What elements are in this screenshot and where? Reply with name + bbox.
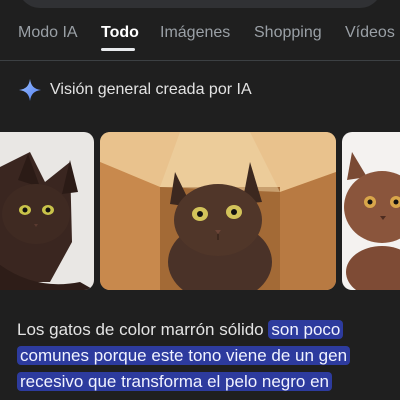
search-bar[interactable] (18, 0, 382, 8)
answer-plain-text: Los gatos de color marrón sólido (17, 320, 264, 339)
tab-todo[interactable]: Todo (101, 24, 139, 42)
tab-imagenes[interactable]: Imágenes (160, 24, 230, 42)
brown-cat-in-box-image[interactable] (100, 132, 336, 290)
ai-overview-title: Visión general creada por IA (50, 81, 252, 98)
brown-cat-image-right[interactable] (342, 132, 400, 290)
divider (0, 60, 400, 61)
ai-overview-text: Los gatos de color marrón sólido son poc… (17, 317, 387, 395)
tab-shopping[interactable]: Shopping (254, 24, 322, 42)
sparkle-icon (19, 79, 41, 101)
ai-overview-header: Visión general creada por IA (18, 78, 252, 102)
brown-cat-image-left[interactable] (0, 132, 94, 290)
search-tabs: Modo IA Todo Imágenes Shopping Vídeos (0, 24, 400, 51)
tab-videos[interactable]: Vídeos (345, 24, 395, 42)
image-strip (0, 130, 400, 290)
tab-modo-ia[interactable]: Modo IA (18, 24, 78, 42)
active-tab-indicator (101, 48, 135, 51)
